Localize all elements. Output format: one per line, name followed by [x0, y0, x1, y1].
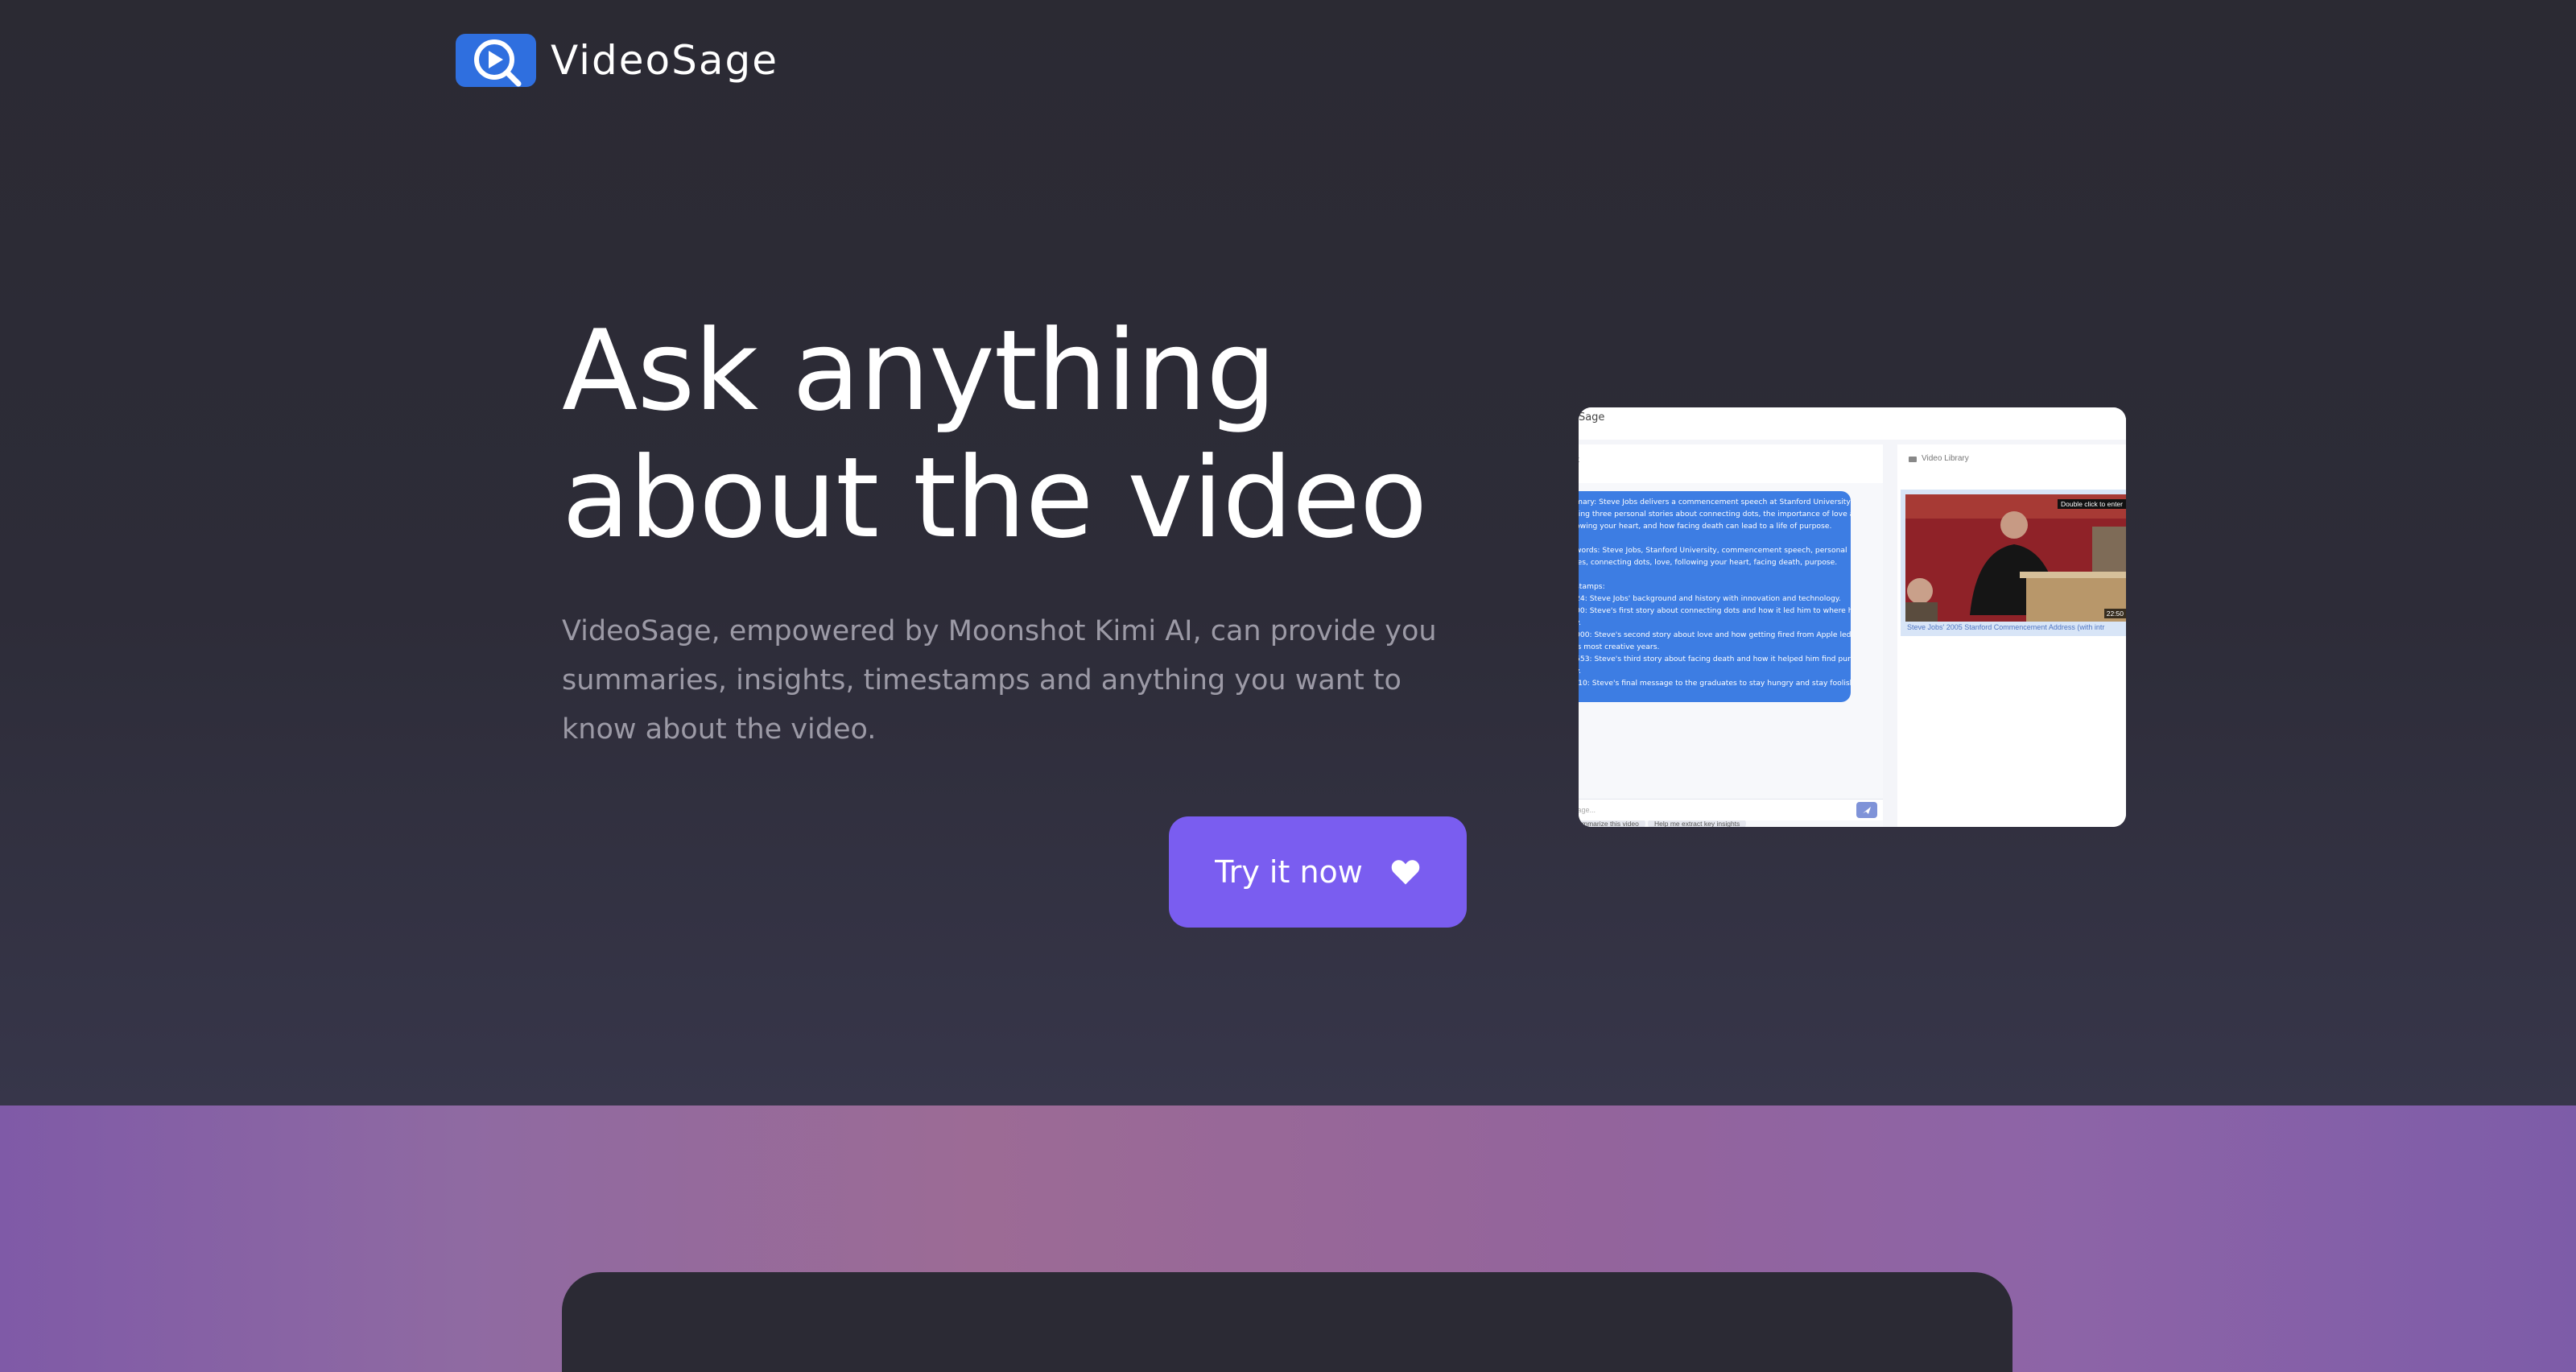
send-icon	[1863, 807, 1871, 814]
message-line: y.	[1579, 618, 1582, 627]
message-line: owing your heart, and how facing death c…	[1579, 522, 1832, 531]
message-line: is most creative years.	[1579, 643, 1660, 651]
message-line: :10: Steve's final message to the gradua…	[1579, 679, 1851, 688]
video-card[interactable]: Double click to enter 22:50 Steve Jobs' …	[1901, 490, 2126, 636]
message-line: mary: Steve Jobs delivers a commencement…	[1579, 498, 1851, 506]
hero-subtitle: VideoSage, empowered by Moonshot Kimi AI…	[562, 615, 1437, 746]
message-spacer	[1579, 532, 1843, 544]
headline-line-2: about the video	[562, 433, 1427, 563]
video-duration: 22:50	[2103, 609, 2126, 618]
library-title: Video Library	[1922, 454, 1969, 463]
headline-line-1: Ask anything	[562, 306, 1277, 436]
brand-name: VideoSage	[551, 37, 778, 84]
video-title: Steve Jobs' 2005 Stanford Commencement A…	[1907, 623, 2105, 631]
message-line: ring three personal stories about connec…	[1579, 510, 1851, 519]
message-spacer	[1579, 568, 1843, 581]
try-it-now-button[interactable]: Try it now	[1169, 816, 1467, 928]
preview-chat-header: t	[1579, 444, 1883, 483]
message-line: 553: Steve's third story about facing de…	[1579, 655, 1851, 663]
video-overlay-tag: Double click to enter	[2057, 499, 2126, 509]
preview-video-library: Video Library Double click to enter 22:5…	[1897, 444, 2126, 827]
feature-card	[562, 1272, 2013, 1372]
summary-message-bubble: mary: Steve Jobs delivers a commencement…	[1579, 491, 1851, 702]
message-line: 24: Steve Jobs' background and history w…	[1579, 594, 1841, 603]
speaker-image	[1905, 494, 2126, 622]
message-line: y.	[1579, 667, 1582, 676]
message-line: ies, connecting dots, love, following yo…	[1579, 558, 1838, 567]
video-camera-icon	[1909, 456, 1917, 462]
brand[interactable]: VideoSage	[456, 34, 778, 87]
cta-label: Try it now	[1215, 854, 1363, 890]
library-header: Video Library	[1897, 444, 2126, 473]
video-thumbnail: Double click to enter 22:50	[1905, 494, 2126, 622]
send-button[interactable]	[1856, 802, 1877, 818]
app-preview: oSage t mary: Steve Jobs delivers a comm…	[1579, 407, 2126, 827]
preview-chat-panel: t mary: Steve Jobs delivers a commenceme…	[1579, 444, 1883, 827]
message-line: 000: Steve's second story about love and…	[1579, 630, 1851, 639]
page-title: Ask anything about the video	[562, 306, 1427, 563]
heart-icon	[1391, 860, 1420, 885]
preview-app-title: oSage	[1579, 407, 2126, 440]
play-search-icon	[456, 34, 536, 87]
message-line: stamps:	[1579, 582, 1605, 591]
preview-message-input[interactable]: sage...	[1579, 799, 1883, 820]
message-line: 00: Steve's first story about connecting…	[1579, 606, 1851, 615]
message-line: words: Steve Jobs, Stanford University, …	[1579, 546, 1847, 555]
